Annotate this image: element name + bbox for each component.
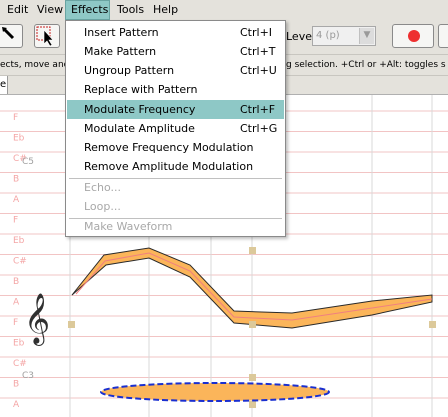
control-handle[interactable] [249, 247, 256, 254]
record-button[interactable] [392, 24, 434, 48]
note-label: F [13, 113, 18, 123]
menu-item-ungroup-pattern[interactable]: Ungroup Pattern Ctrl+U [67, 61, 284, 80]
note-label: B [13, 175, 19, 185]
status-hint-left: ects, move and [0, 60, 70, 70]
chevron-down-icon: ▼ [359, 28, 374, 44]
select-tool-icon [36, 26, 54, 47]
note-label: A [13, 400, 20, 410]
control-handle[interactable] [249, 401, 256, 408]
menu-item-remove-amplitude-modulation[interactable]: Remove Amplitude Modulation [67, 157, 284, 176]
menu-item-shortcut: Ctrl+T [240, 45, 276, 58]
note-label: F [13, 318, 18, 328]
pencil-tool-button[interactable] [0, 24, 23, 48]
select-tool-button[interactable] [34, 24, 60, 48]
menu-item-loop: Loop... [67, 197, 284, 216]
menu-item-remove-frequency-modulation[interactable]: Remove Frequency Modulation [67, 138, 284, 157]
pencil-tool-icon [2, 27, 15, 40]
menu-item-label: Modulate Amplitude [84, 122, 195, 135]
control-handle[interactable] [68, 321, 75, 328]
menu-help[interactable]: Help [153, 0, 178, 20]
note-label: C# [13, 359, 27, 369]
menu-item-label: Modulate Frequency [84, 103, 196, 116]
menu-item-label: Replace with Pattern [84, 83, 198, 96]
note-label: F [13, 216, 18, 226]
note-label: A [13, 195, 20, 205]
octave-label: C5 [22, 157, 34, 167]
menu-item-label: Echo... [84, 181, 121, 194]
menu-item-label: Remove Amplitude Modulation [84, 160, 254, 173]
menu-effects[interactable]: Effects [65, 0, 110, 20]
note-label: Eb [13, 236, 25, 246]
menu-item-shortcut: Ctrl+G [240, 122, 278, 135]
menu-item-shortcut: Ctrl+U [240, 64, 277, 77]
note-label: Eb [13, 339, 25, 349]
menu-tools[interactable]: Tools [117, 0, 144, 20]
status-hint-right: g selection. +Ctrl or +Alt: toggles s [286, 60, 446, 70]
octave-label: C3 [22, 371, 34, 381]
menu-item-shortcut: Ctrl+F [240, 103, 276, 116]
menu-item-label: Make Pattern [84, 45, 157, 58]
menu-item-insert-pattern[interactable]: Insert Pattern Ctrl+I [67, 23, 284, 42]
menu-item-modulate-amplitude[interactable]: Modulate Amplitude Ctrl+G [67, 119, 284, 138]
menu-item-make-pattern[interactable]: Make Pattern Ctrl+T [67, 42, 284, 61]
selected-note[interactable] [100, 382, 330, 402]
menu-item-label: Loop... [84, 200, 121, 213]
note-label: B [13, 277, 19, 287]
note-label: A [13, 298, 20, 308]
menu-view[interactable]: View [37, 0, 63, 20]
treble-clef-icon: 𝄞 [24, 293, 50, 346]
menu-edit[interactable]: Edit [7, 0, 28, 20]
level-select[interactable]: 4 (p) ▼ [312, 26, 376, 46]
next-button[interactable] [438, 24, 448, 48]
menu-bar: Edit View Effects Tools Help [0, 0, 448, 21]
note-label: C# [13, 257, 27, 267]
menu-item-modulate-frequency[interactable]: Modulate Frequency Ctrl+F [67, 100, 284, 119]
note-label: Eb [13, 134, 25, 144]
menu-item-label: Remove Frequency Modulation [84, 141, 254, 154]
level-select-value: 4 (p) [316, 30, 340, 41]
menu-item-label: Make Waveform [84, 220, 173, 233]
control-handle[interactable] [249, 374, 256, 381]
document-tab[interactable]: e [0, 76, 8, 94]
menu-item-echo: Echo... [67, 178, 284, 197]
menu-item-replace-with-pattern[interactable]: Replace with Pattern [67, 80, 284, 99]
record-icon [408, 30, 420, 42]
effects-menu: Insert Pattern Ctrl+I Make Pattern Ctrl+… [65, 20, 286, 237]
control-handle[interactable] [249, 321, 256, 328]
note-label: B [13, 380, 19, 390]
menu-item-label: Insert Pattern [84, 26, 159, 39]
menu-item-label: Ungroup Pattern [84, 64, 175, 77]
menu-item-shortcut: Ctrl+I [240, 26, 273, 39]
control-handle[interactable] [429, 321, 436, 328]
menu-item-make-waveform: Make Waveform [67, 217, 284, 236]
